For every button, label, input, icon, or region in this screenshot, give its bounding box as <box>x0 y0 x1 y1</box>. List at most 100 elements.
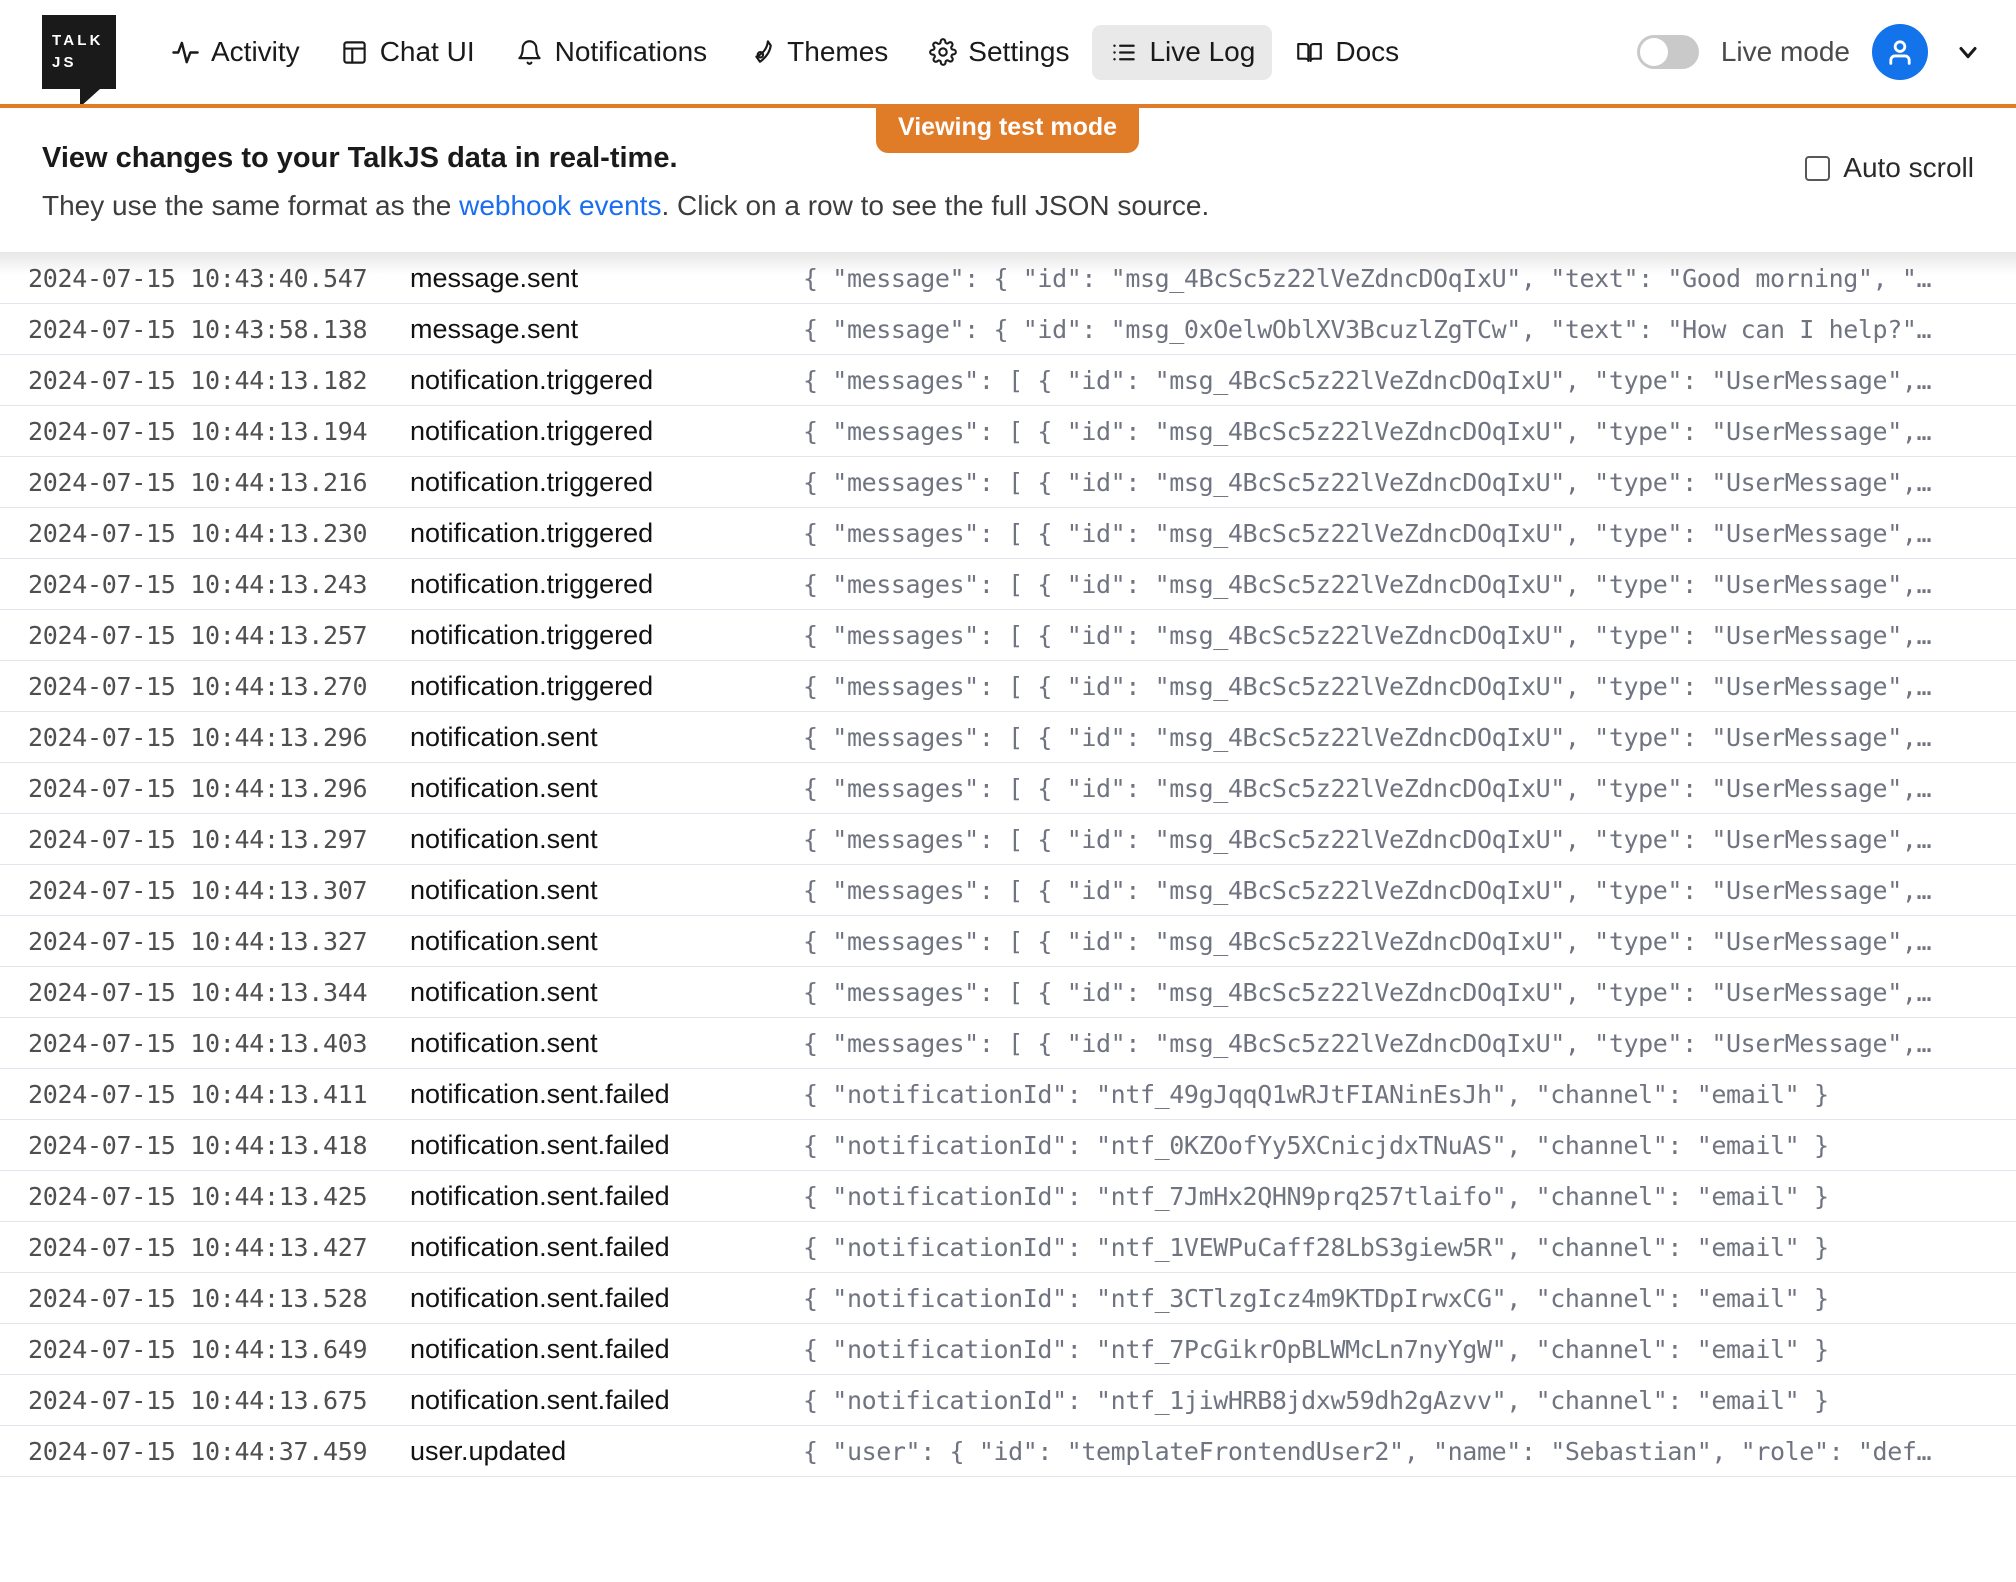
bell-icon <box>515 38 544 67</box>
log-table-row[interactable]: 2024-07-15 10:44:13.182 notification.trig… <box>0 355 2016 406</box>
intro-text-after: . Click on a row to see the full JSON so… <box>661 190 1210 222</box>
log-cell-json: { "notificationId": "ntf_49gJqqQ1wRJtFIA… <box>803 1069 2016 1120</box>
log-timestamp-text: 2024-07-15 10:44:13.411 <box>28 1079 368 1109</box>
log-cell-json: { "messages": [ { "id": "msg_4BcSc5z22lV… <box>803 406 2016 457</box>
header-right-controls: Live mode <box>1636 24 1982 80</box>
log-json-text: { "notificationId": "ntf_3CTlzgIcz4m9KTD… <box>803 1283 1829 1313</box>
log-json-text: { "messages": [ { "id": "msg_4BcSc5z22lV… <box>803 977 1932 1007</box>
talkjs-logo[interactable]: TALK JS <box>42 15 116 107</box>
nav-label-notifications: Notifications <box>554 36 708 67</box>
log-timestamp-text: 2024-07-15 10:44:13.296 <box>28 773 368 803</box>
nav-item-chat-ui[interactable]: Chat UI <box>323 25 492 80</box>
user-avatar-icon[interactable] <box>1872 24 1928 80</box>
log-table-row[interactable]: 2024-07-15 10:44:13.243 notification.trig… <box>0 559 2016 610</box>
log-table-body: 2024-07-15 10:43:40.547 message.sent { "me… <box>0 253 2016 1477</box>
log-cell-json: { "messages": [ { "id": "msg_4BcSc5z22lV… <box>803 661 2016 712</box>
log-json-text: { "messages": [ { "id": "msg_4BcSc5z22lV… <box>803 722 1932 752</box>
log-cell-event-type: notification.triggered <box>410 355 803 406</box>
log-json-text: { "notificationId": "ntf_0KZOofYy5XCnicj… <box>803 1130 1829 1160</box>
log-event-type-text: notification.sent.failed <box>410 1180 670 1211</box>
log-timestamp-text: 2024-07-15 10:44:37.459 <box>28 1436 368 1466</box>
log-table-row[interactable]: 2024-07-15 10:44:13.327 notification.sent… <box>0 916 2016 967</box>
log-cell-event-type: notification.triggered <box>410 610 803 661</box>
log-table-row[interactable]: 2024-07-15 10:44:13.297 notification.sent… <box>0 814 2016 865</box>
log-table-row[interactable]: 2024-07-15 10:44:13.411 notification.sent… <box>0 1069 2016 1120</box>
log-cell-json: { "notificationId": "ntf_0KZOofYy5XCnicj… <box>803 1120 2016 1171</box>
log-event-type-text: notification.triggered <box>410 619 654 650</box>
book-icon <box>1295 38 1324 67</box>
log-timestamp-text: 2024-07-15 10:44:13.427 <box>28 1232 368 1262</box>
log-table-row[interactable]: 2024-07-15 10:44:13.307 notification.sent… <box>0 865 2016 916</box>
log-event-type-text: notification.sent <box>410 1027 598 1058</box>
log-json-text: { "notificationId": "ntf_1VEWPuCaff28LbS… <box>803 1232 1829 1262</box>
log-json-text: { "user": { "id": "templateFrontendUser2… <box>803 1436 1932 1466</box>
log-cell-json: { "messages": [ { "id": "msg_4BcSc5z22lV… <box>803 355 2016 406</box>
gear-icon <box>928 38 957 67</box>
log-table-row[interactable]: 2024-07-15 10:44:13.296 notification.sent… <box>0 763 2016 814</box>
auto-scroll-checkbox[interactable] <box>1805 155 1831 181</box>
log-table-row[interactable]: 2024-07-15 10:44:13.230 notification.trig… <box>0 508 2016 559</box>
layout-panel-icon <box>340 38 369 67</box>
log-table-row[interactable]: 2024-07-15 10:44:13.344 notification.sent… <box>0 967 2016 1018</box>
log-table-row[interactable]: 2024-07-15 10:44:13.425 notification.sent… <box>0 1171 2016 1222</box>
log-table-row[interactable]: 2024-07-15 10:44:13.270 notification.trig… <box>0 661 2016 712</box>
log-cell-json: { "notificationId": "ntf_7JmHx2QHN9prq25… <box>803 1171 2016 1222</box>
nav-item-notifications[interactable]: Notifications <box>498 25 725 80</box>
nav-label-live-log: Live Log <box>1149 36 1256 67</box>
webhook-events-link[interactable]: webhook events <box>459 190 661 221</box>
log-cell-timestamp: 2024-07-15 10:44:13.649 <box>0 1324 410 1375</box>
nav-item-live-log[interactable]: Live Log <box>1092 24 1273 80</box>
log-timestamp-text: 2024-07-15 10:44:13.230 <box>28 518 368 548</box>
log-table-row[interactable]: 2024-07-15 10:44:13.194 notification.trig… <box>0 406 2016 457</box>
log-timestamp-text: 2024-07-15 10:44:13.270 <box>28 671 368 701</box>
log-event-type-text: notification.sent <box>410 925 598 956</box>
test-mode-badge: Viewing test mode <box>876 104 1140 153</box>
log-timestamp-text: 2024-07-15 10:43:58.138 <box>28 314 368 344</box>
log-table-row[interactable]: 2024-07-15 10:44:13.528 notification.sent… <box>0 1273 2016 1324</box>
log-cell-json: { "notificationId": "ntf_1VEWPuCaff28LbS… <box>803 1222 2016 1273</box>
log-event-type-text: notification.sent <box>410 874 598 905</box>
log-json-text: { "notificationId": "ntf_1jiwHRB8jdxw59d… <box>803 1385 1829 1415</box>
main-nav: Activity Chat UI Notifications Themes Se… <box>154 24 1416 80</box>
log-table-row[interactable]: 2024-07-15 10:44:37.459 user.updated { "us… <box>0 1426 2016 1477</box>
nav-item-settings[interactable]: Settings <box>911 25 1086 80</box>
log-cell-timestamp: 2024-07-15 10:43:58.138 <box>0 304 410 355</box>
auto-scroll-control[interactable]: Auto scroll <box>1805 152 1974 184</box>
log-cell-json: { "notificationId": "ntf_3CTlzgIcz4m9KTD… <box>803 1273 2016 1324</box>
log-timestamp-text: 2024-07-15 10:43:40.547 <box>28 263 368 293</box>
log-table-row[interactable]: 2024-07-15 10:44:13.649 notification.sent… <box>0 1324 2016 1375</box>
nav-item-activity[interactable]: Activity <box>154 25 317 80</box>
log-table-row[interactable]: 2024-07-15 10:44:13.427 notification.sent… <box>0 1222 2016 1273</box>
log-table-row[interactable]: 2024-07-15 10:44:13.418 notification.sent… <box>0 1120 2016 1171</box>
log-event-type-text: message.sent <box>410 262 579 293</box>
log-timestamp-text: 2024-07-15 10:44:13.297 <box>28 824 368 854</box>
log-cell-json: { "messages": [ { "id": "msg_4BcSc5z22lV… <box>803 559 2016 610</box>
log-event-type-text: notification.triggered <box>410 517 654 548</box>
nav-item-themes[interactable]: Themes <box>730 25 905 80</box>
log-cell-json: { "messages": [ { "id": "msg_4BcSc5z22lV… <box>803 967 2016 1018</box>
log-timestamp-text: 2024-07-15 10:44:13.403 <box>28 1028 368 1058</box>
chevron-down-icon[interactable] <box>1954 38 1982 66</box>
log-cell-json: { "messages": [ { "id": "msg_4BcSc5z22lV… <box>803 610 2016 661</box>
log-cell-timestamp: 2024-07-15 10:44:13.182 <box>0 355 410 406</box>
log-table-row[interactable]: 2024-07-15 10:43:40.547 message.sent { "me… <box>0 253 2016 304</box>
log-cell-event-type: notification.sent.failed <box>410 1273 803 1324</box>
log-cell-timestamp: 2024-07-15 10:44:13.230 <box>0 508 410 559</box>
log-cell-event-type: notification.sent <box>410 865 803 916</box>
log-json-text: { "messages": [ { "id": "msg_4BcSc5z22lV… <box>803 416 1932 446</box>
log-cell-event-type: notification.sent.failed <box>410 1222 803 1273</box>
log-table-scroll-area[interactable]: 2024-07-15 10:43:40.547 message.sent { "me… <box>0 251 2016 1582</box>
log-cell-event-type: notification.triggered <box>410 559 803 610</box>
log-cell-json: { "messages": [ { "id": "msg_4BcSc5z22lV… <box>803 763 2016 814</box>
log-table-row[interactable]: 2024-07-15 10:43:58.138 message.sent { "me… <box>0 304 2016 355</box>
log-table-row[interactable]: 2024-07-15 10:44:13.257 notification.trig… <box>0 610 2016 661</box>
log-table-row[interactable]: 2024-07-15 10:44:13.675 notification.sent… <box>0 1375 2016 1426</box>
log-table-row[interactable]: 2024-07-15 10:44:13.296 notification.sent… <box>0 712 2016 763</box>
log-event-type-text: notification.triggered <box>410 466 654 497</box>
log-cell-timestamp: 2024-07-15 10:44:37.459 <box>0 1426 410 1477</box>
nav-item-docs[interactable]: Docs <box>1278 25 1416 80</box>
log-timestamp-text: 2024-07-15 10:44:13.649 <box>28 1334 368 1364</box>
log-table-row[interactable]: 2024-07-15 10:44:13.403 notification.sent… <box>0 1018 2016 1069</box>
log-table-row[interactable]: 2024-07-15 10:44:13.216 notification.trig… <box>0 457 2016 508</box>
live-mode-toggle[interactable] <box>1636 35 1699 69</box>
